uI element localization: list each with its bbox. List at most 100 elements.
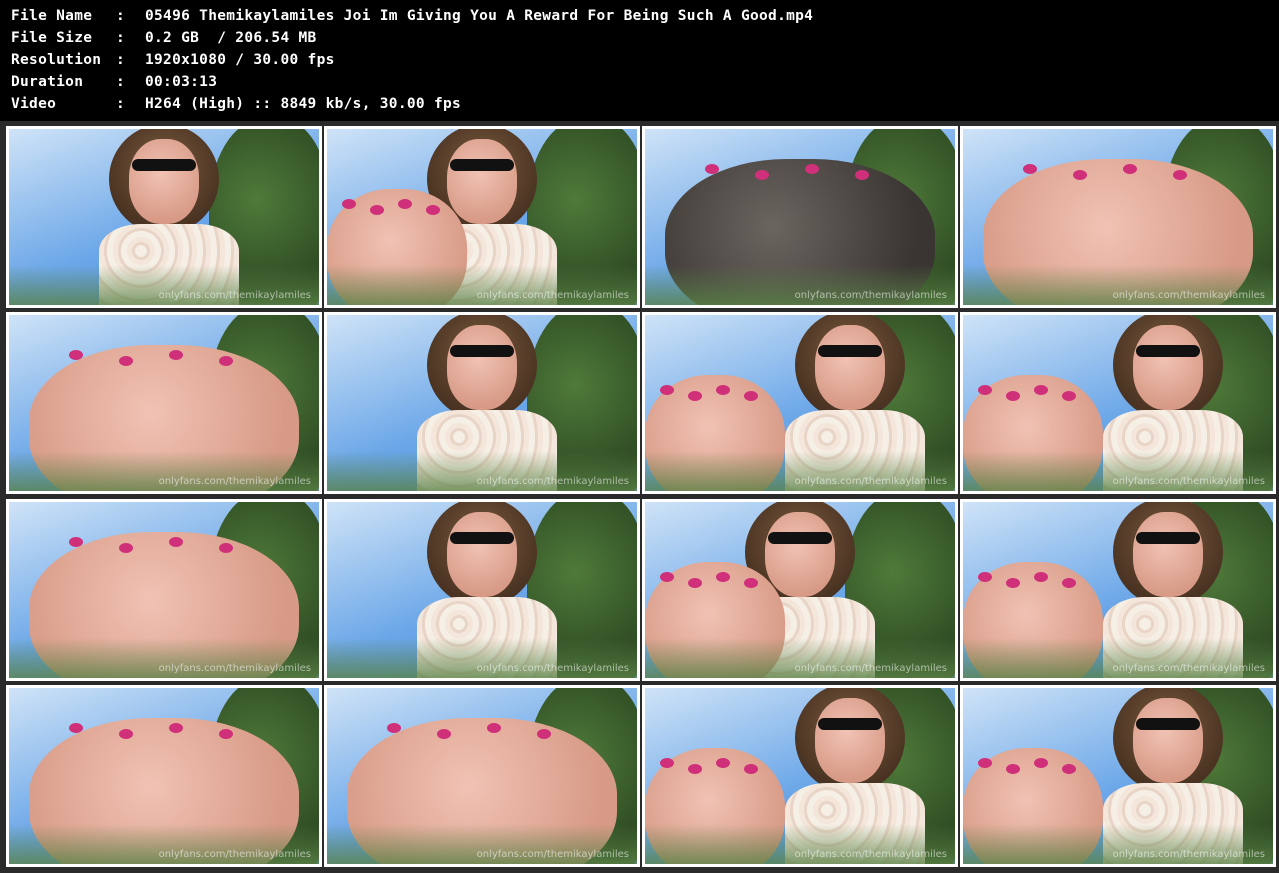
toenail: [426, 205, 440, 215]
info-colon: :: [116, 8, 126, 24]
toenail: [688, 391, 702, 401]
video-thumbnail[interactable]: onlyfans.com/themikaylamiles: [960, 126, 1276, 308]
toenail: [119, 543, 133, 553]
toenail: [398, 199, 412, 209]
video-thumbnail[interactable]: onlyfans.com/themikaylamiles: [960, 499, 1276, 681]
video-thumbnail[interactable]: onlyfans.com/themikaylamiles: [6, 499, 322, 681]
sunglasses-icon: [768, 532, 832, 544]
toenail: [370, 205, 384, 215]
toenail: [387, 723, 401, 733]
thumbnail-grid: onlyfans.com/themikaylamiles onlyfans.com…: [0, 121, 1279, 873]
info-value-duration: 00:03:13: [145, 74, 218, 90]
watermark-text: onlyfans.com/themikaylamiles: [476, 476, 629, 487]
watermark-text: onlyfans.com/themikaylamiles: [158, 849, 311, 860]
toenail: [1034, 572, 1048, 582]
toenail: [1062, 391, 1076, 401]
toenail: [744, 764, 758, 774]
sunglasses-icon: [132, 159, 196, 171]
toenail: [69, 350, 83, 360]
toenail: [855, 170, 869, 180]
video-thumbnail[interactable]: onlyfans.com/themikaylamiles: [960, 685, 1276, 867]
video-thumbnail[interactable]: onlyfans.com/themikaylamiles: [642, 499, 958, 681]
video-thumbnail[interactable]: onlyfans.com/themikaylamiles: [6, 312, 322, 494]
info-value-video: H264 (High) :: 8849 kb/s, 30.00 fps: [145, 96, 462, 112]
info-row-resolution: Resolution: 1920x1080 / 30.00 fps: [11, 49, 335, 71]
face: [765, 512, 835, 597]
toenail: [169, 723, 183, 733]
toenail: [688, 764, 702, 774]
video-thumbnail[interactable]: onlyfans.com/themikaylamiles: [642, 685, 958, 867]
toenail: [219, 356, 233, 366]
video-thumbnail[interactable]: onlyfans.com/themikaylamiles: [6, 126, 322, 308]
info-colon: :: [116, 30, 126, 46]
toenail: [69, 537, 83, 547]
video-thumbnail[interactable]: onlyfans.com/themikaylamiles: [324, 126, 640, 308]
toenail: [716, 572, 730, 582]
info-key: Video: [11, 96, 57, 112]
face: [447, 325, 517, 410]
toenail: [537, 729, 551, 739]
video-thumbnail[interactable]: onlyfans.com/themikaylamiles: [642, 312, 958, 494]
info-row-video: Video: H264 (High) :: 8849 kb/s, 30.00 fp…: [11, 93, 461, 115]
video-thumbnail[interactable]: onlyfans.com/themikaylamiles: [324, 499, 640, 681]
toenail: [688, 578, 702, 588]
info-row-file-name: File Name: 05496 Themikaylamiles Joi Im G…: [11, 5, 813, 27]
video-thumbnail[interactable]: onlyfans.com/themikaylamiles: [324, 312, 640, 494]
toenail: [487, 723, 501, 733]
face: [815, 698, 885, 783]
info-colon: :: [116, 52, 126, 68]
toenail: [169, 350, 183, 360]
toenail: [744, 578, 758, 588]
toenail: [1073, 170, 1087, 180]
toenail: [219, 543, 233, 553]
video-thumbnail[interactable]: onlyfans.com/themikaylamiles: [642, 126, 958, 308]
toenail: [660, 572, 674, 582]
watermark-text: onlyfans.com/themikaylamiles: [1112, 663, 1265, 674]
toenail: [437, 729, 451, 739]
toenail: [1034, 758, 1048, 768]
watermark-text: onlyfans.com/themikaylamiles: [158, 663, 311, 674]
info-key: Duration: [11, 74, 84, 90]
face: [129, 139, 199, 224]
sunglasses-icon: [818, 345, 882, 357]
file-info-header: File Name: 05496 Themikaylamiles Joi Im G…: [0, 0, 1279, 120]
info-key: File Name: [11, 8, 93, 24]
video-thumbnail[interactable]: onlyfans.com/themikaylamiles: [960, 312, 1276, 494]
toenail: [705, 164, 719, 174]
info-key: Resolution: [11, 52, 102, 68]
toenail: [119, 356, 133, 366]
toenail: [744, 391, 758, 401]
toenail: [660, 758, 674, 768]
sunglasses-icon: [450, 532, 514, 544]
info-colon: :: [116, 74, 126, 90]
sunglasses-icon: [1136, 718, 1200, 730]
watermark-text: onlyfans.com/themikaylamiles: [794, 290, 947, 301]
toenail: [978, 758, 992, 768]
info-value-resolution: 1920x1080 / 30.00 fps: [145, 52, 335, 68]
video-thumbnail[interactable]: onlyfans.com/themikaylamiles: [324, 685, 640, 867]
toenail: [1006, 578, 1020, 588]
info-value-file-size: 0.2 GB / 206.54 MB: [145, 30, 317, 46]
toenail: [716, 758, 730, 768]
face: [447, 512, 517, 597]
toenail: [69, 723, 83, 733]
toenail: [1034, 385, 1048, 395]
toenail: [660, 385, 674, 395]
toenail: [755, 170, 769, 180]
watermark-text: onlyfans.com/themikaylamiles: [158, 290, 311, 301]
info-colon: :: [116, 96, 126, 112]
face: [815, 325, 885, 410]
sunglasses-icon: [1136, 532, 1200, 544]
watermark-text: onlyfans.com/themikaylamiles: [1112, 476, 1265, 487]
watermark-text: onlyfans.com/themikaylamiles: [1112, 849, 1265, 860]
toenail: [716, 385, 730, 395]
video-thumbnail[interactable]: onlyfans.com/themikaylamiles: [6, 685, 322, 867]
face: [1133, 698, 1203, 783]
face: [447, 139, 517, 224]
toenail: [1006, 391, 1020, 401]
toenail: [1023, 164, 1037, 174]
watermark-text: onlyfans.com/themikaylamiles: [476, 290, 629, 301]
toenail: [1062, 578, 1076, 588]
toenail: [342, 199, 356, 209]
watermark-text: onlyfans.com/themikaylamiles: [794, 849, 947, 860]
